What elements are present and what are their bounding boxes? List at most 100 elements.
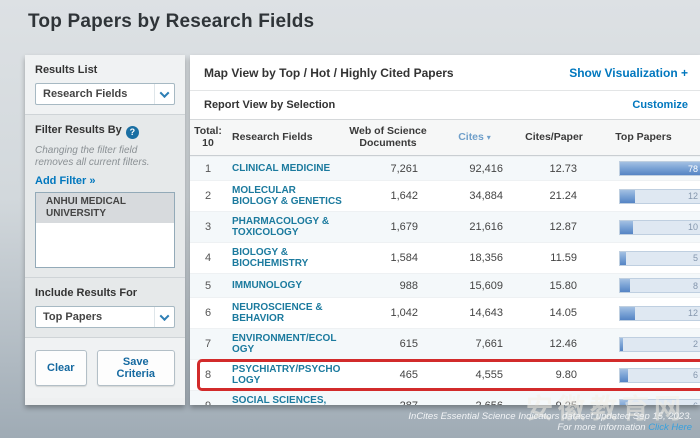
top-papers-bar: 5 [591, 251, 700, 266]
research-field-link[interactable]: CLINICAL MEDICINE [226, 163, 344, 174]
column-header-top-papers: Top Papers [591, 131, 700, 143]
row-documents: 615 [344, 338, 432, 350]
row-cites: 14,643 [432, 307, 517, 319]
report-view-title: Report View by Selection [204, 99, 335, 111]
help-icon[interactable]: ? [126, 126, 139, 139]
row-cites-per-paper: 12.87 [517, 221, 591, 233]
row-rank: 2 [190, 190, 226, 202]
bar-track: 8 [619, 278, 700, 293]
research-field-link[interactable]: BIOLOGY & BIOCHEMISTRY [226, 247, 344, 269]
bar-track: 10 [619, 220, 700, 235]
research-field-link[interactable]: PHARMACOLOGY & TOXICOLOGY [226, 216, 344, 238]
column-header-cites-per-paper: Cites/Paper [517, 131, 591, 143]
row-documents: 1,642 [344, 190, 432, 202]
chevron-down-icon [154, 84, 174, 104]
bar-value-label: 12 [688, 190, 698, 203]
table-row: 7 ENVIRONMENT/ECOLOGY 615 7,661 12.46 2 [190, 328, 700, 359]
bar-fill [620, 307, 635, 320]
sidebar: Results List Research Fields Filter Resu… [25, 55, 185, 405]
include-results-value: Top Papers [43, 311, 102, 323]
map-view-header: Map View by Top / Hot / Highly Cited Pap… [190, 55, 700, 91]
row-cites: 7,661 [432, 338, 517, 350]
row-rank: 4 [190, 252, 226, 264]
row-cites: 15,609 [432, 280, 517, 292]
table-row: 8 PSYCHIATRY/PSYCHOLOGY 465 4,555 9.80 6 [190, 359, 700, 390]
bar-track: 12 [619, 306, 700, 321]
research-field-link[interactable]: PSYCHIATRY/PSYCHOLOGY [226, 364, 344, 386]
filter-note: Changing the filter field removes all cu… [35, 145, 175, 169]
row-documents: 988 [344, 280, 432, 292]
top-papers-bar: 10 [591, 220, 700, 235]
include-results-select[interactable]: Top Papers [35, 306, 175, 328]
bar-track: 78 [619, 161, 700, 176]
bar-value-label: 8 [693, 279, 698, 292]
row-documents: 1,679 [344, 221, 432, 233]
total-count-header: Total: 10 [190, 125, 226, 149]
table-rows: 1 CLINICAL MEDICINE 7,261 92,416 12.73 7… [190, 156, 700, 405]
results-list-value: Research Fields [43, 88, 127, 100]
page-title: Top Papers by Research Fields [28, 11, 314, 33]
click-here-link[interactable]: Click Here [648, 422, 692, 433]
row-cites: 34,884 [432, 190, 517, 202]
row-rank: 6 [190, 307, 226, 319]
more-info-text: For more information Click Here [408, 422, 692, 433]
research-field-link[interactable]: NEUROSCIENCE & BEHAVIOR [226, 302, 344, 324]
row-cites: 92,416 [432, 163, 517, 175]
column-header-cites[interactable]: Cites ▾ [432, 131, 517, 144]
bar-value-label: 12 [688, 307, 698, 320]
row-cites: 18,356 [432, 252, 517, 264]
bar-fill [620, 252, 626, 265]
row-cites: 21,616 [432, 221, 517, 233]
clear-button[interactable]: Clear [35, 350, 87, 386]
show-visualization-link[interactable]: Show Visualization + [569, 66, 688, 80]
row-rank: 9 [190, 400, 226, 405]
bar-value-label: 6 [693, 369, 698, 382]
top-papers-bar: 8 [591, 278, 700, 293]
filter-item-anhui-medical-university[interactable]: ANHUI MEDICAL UNIVERSITY [36, 193, 174, 223]
filter-listbox[interactable]: ANHUI MEDICAL UNIVERSITY [35, 192, 175, 268]
dataset-updated-text: InCites Essential Science Indicators dat… [408, 411, 692, 422]
sidebar-buttons: Clear Save Criteria [25, 338, 185, 398]
customize-link[interactable]: Customize [632, 99, 688, 111]
research-field-link[interactable]: MOLECULAR BIOLOGY & GENETICS [226, 185, 344, 207]
row-documents: 1,042 [344, 307, 432, 319]
research-field-link[interactable]: SOCIAL SCIENCES, GENERAL [226, 395, 344, 405]
bar-value-label: 10 [688, 221, 698, 234]
row-documents: 7,261 [344, 163, 432, 175]
sort-caret-icon: ▾ [487, 133, 491, 142]
top-papers-bar: 78 [591, 161, 700, 176]
bar-track: 5 [619, 251, 700, 266]
row-cites-per-paper: 15.80 [517, 280, 591, 292]
save-criteria-button[interactable]: Save Criteria [97, 350, 175, 386]
row-cites-per-paper: 21.24 [517, 190, 591, 202]
chevron-down-icon [154, 307, 174, 327]
row-rank: 5 [190, 280, 226, 292]
results-list-select[interactable]: Research Fields [35, 83, 175, 105]
row-rank: 3 [190, 221, 226, 233]
table-row: 5 IMMUNOLOGY 988 15,609 15.80 8 [190, 273, 700, 297]
top-papers-bar: 12 [591, 306, 700, 321]
bar-track: 2 [619, 337, 700, 352]
row-documents: 287 [344, 400, 432, 405]
bar-value-label: 78 [688, 162, 698, 175]
table-row: 2 MOLECULAR BIOLOGY & GENETICS 1,642 34,… [190, 180, 700, 211]
include-results-section: Include Results For Top Papers [25, 278, 185, 338]
bar-fill [620, 190, 635, 203]
row-cites: 4,555 [432, 369, 517, 381]
add-filter-link[interactable]: Add Filter » [35, 175, 175, 187]
results-list-section: Results List Research Fields [25, 55, 185, 115]
table-header: Total: 10 Research Fields Web of Science… [190, 120, 700, 156]
filter-section: Filter Results By? Changing the filter f… [25, 115, 185, 278]
bar-track: 6 [619, 368, 700, 383]
bar-fill [620, 338, 623, 351]
bar-fill [620, 221, 633, 234]
report-view-header: Report View by Selection Customize [190, 91, 700, 120]
bar-value-label: 5 [693, 252, 698, 265]
row-cites-per-paper: 14.05 [517, 307, 591, 319]
research-field-link[interactable]: ENVIRONMENT/ECOLOGY [226, 333, 344, 355]
bar-value-label: 2 [693, 338, 698, 351]
filter-by-label: Filter Results By? [35, 124, 175, 139]
research-field-link[interactable]: IMMUNOLOGY [226, 280, 344, 291]
bar-fill [620, 279, 630, 292]
row-cites-per-paper: 11.59 [517, 252, 591, 264]
